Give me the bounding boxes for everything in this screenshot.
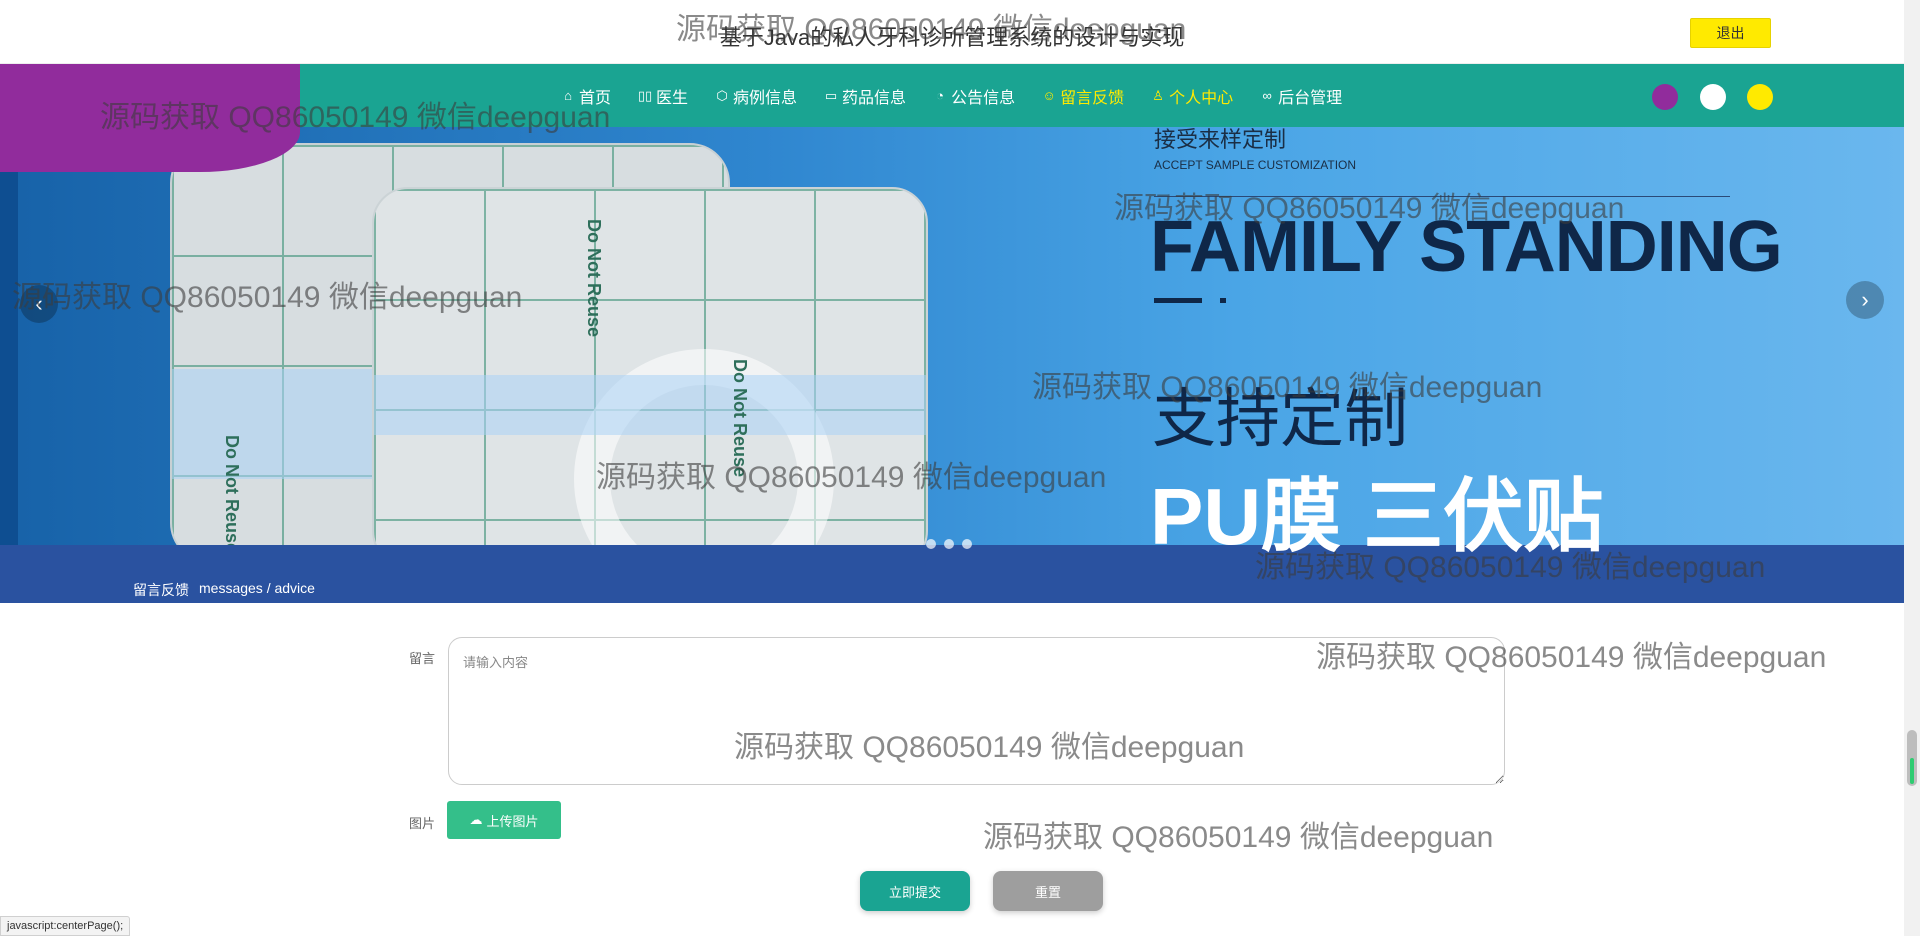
nav-item-profile[interactable]: ♙ 个人中心: [1150, 84, 1233, 108]
image-label: 图片: [409, 816, 436, 831]
reset-button[interactable]: 重置: [993, 871, 1103, 911]
nav-decoration: [0, 64, 300, 172]
stamp-text: Do Not Reuse: [584, 219, 604, 338]
nav-menu: ⌂ 首页 ▯▯ 医生 ⬡ 病例信息 ▭ 药品信息 ◔ 公告信息 ☺ 留言反馈 ♙…: [560, 64, 1368, 127]
cloud-upload-icon: ☁: [469, 812, 483, 827]
section-title: 留言反馈: [133, 582, 189, 598]
nav-item-label: 公告信息: [951, 89, 1016, 107]
cube-icon: ⬡: [716, 87, 728, 103]
nav-item-label: 后台管理: [1278, 89, 1343, 107]
upload-label: 上传图片: [486, 813, 539, 829]
scrollbar-accent: [1910, 758, 1914, 784]
banner-product-name: PU膜 三伏贴: [1150, 472, 1604, 561]
gauge-icon: ◔: [936, 88, 944, 103]
nav-item-label: 首页: [579, 89, 612, 107]
message-label: 留言: [409, 651, 436, 666]
carousel-indicator[interactable]: [962, 539, 972, 549]
banner-accept-en: ACCEPT SAMPLE CUSTOMIZATION: [1154, 158, 1357, 172]
carousel-prev-arrow-icon[interactable]: ‹: [20, 285, 58, 323]
theme-dot-yellow[interactable]: [1747, 84, 1773, 110]
banner-edge: [0, 127, 18, 545]
banner-dash: [1220, 298, 1226, 303]
page-scrollbar[interactable]: [1904, 0, 1920, 936]
carousel-indicator[interactable]: [944, 539, 954, 549]
nav-item-label: 个人中心: [1169, 89, 1234, 107]
nav-item-notices[interactable]: ◔ 公告信息: [932, 84, 1015, 108]
site-title: 基于Java的私人牙科诊所管理系统的设计与实现: [719, 25, 1185, 50]
banner-product-image-2: Do Not Reuse Do Not Reuse: [372, 187, 928, 545]
submit-button[interactable]: 立即提交: [860, 871, 970, 911]
banner-dash: [1154, 298, 1202, 303]
banner-headline: FAMILY STANDING: [1150, 207, 1783, 287]
nav-item-cases[interactable]: ⬡ 病例信息: [714, 84, 797, 108]
nav-item-label: 医生: [656, 89, 689, 107]
nav-item-label: 留言反馈: [1060, 89, 1125, 107]
carousel-indicators: [926, 539, 980, 549]
theme-dot-white[interactable]: [1700, 84, 1726, 110]
browser-status-bar: javascript:centerPage();: [0, 916, 131, 936]
carousel-next-arrow-icon[interactable]: ›: [1846, 281, 1884, 319]
top-header: 基于Java的私人牙科诊所管理系统的设计与实现 退出: [0, 0, 1904, 64]
nav-item-medicine[interactable]: ▭ 药品信息: [823, 84, 906, 108]
home-icon: ⌂: [564, 88, 572, 103]
nav-item-admin[interactable]: ∞ 后台管理: [1259, 84, 1342, 108]
carousel-indicator[interactable]: [926, 539, 936, 549]
stamp-text: Do Not Reuse: [222, 435, 242, 545]
nav-item-label: 病例信息: [733, 89, 798, 107]
theme-dot-purple[interactable]: [1652, 84, 1678, 110]
link-icon: ∞: [1262, 88, 1272, 103]
note-icon: ▭: [824, 87, 838, 103]
doctor-icon: ▯▯: [637, 87, 653, 103]
banner-rule: [1154, 196, 1730, 197]
message-textarea[interactable]: [448, 637, 1505, 785]
smile-icon: ☺: [1042, 88, 1056, 103]
section-subtitle: messages / advice: [199, 580, 315, 596]
upload-image-button[interactable]: ☁ 上传图片: [447, 801, 561, 839]
banner-support: 支持定制: [1152, 383, 1408, 455]
nav-item-home[interactable]: ⌂ 首页: [560, 84, 611, 108]
nav-item-label: 药品信息: [842, 89, 907, 107]
user-icon: ♙: [1152, 87, 1164, 103]
nav-item-doctor[interactable]: ▯▯ 医生: [637, 84, 688, 108]
watermark-text: 源码获取 QQ86050149 微信deepguan: [983, 821, 1494, 854]
logout-button[interactable]: 退出: [1690, 18, 1771, 48]
stamp-text: Do Not Reuse: [730, 359, 750, 478]
banner-carousel: Do Not Reuse Do Not Reuse Do Not Reuse: [0, 127, 1904, 545]
nav-item-feedback[interactable]: ☺ 留言反馈: [1041, 84, 1124, 108]
